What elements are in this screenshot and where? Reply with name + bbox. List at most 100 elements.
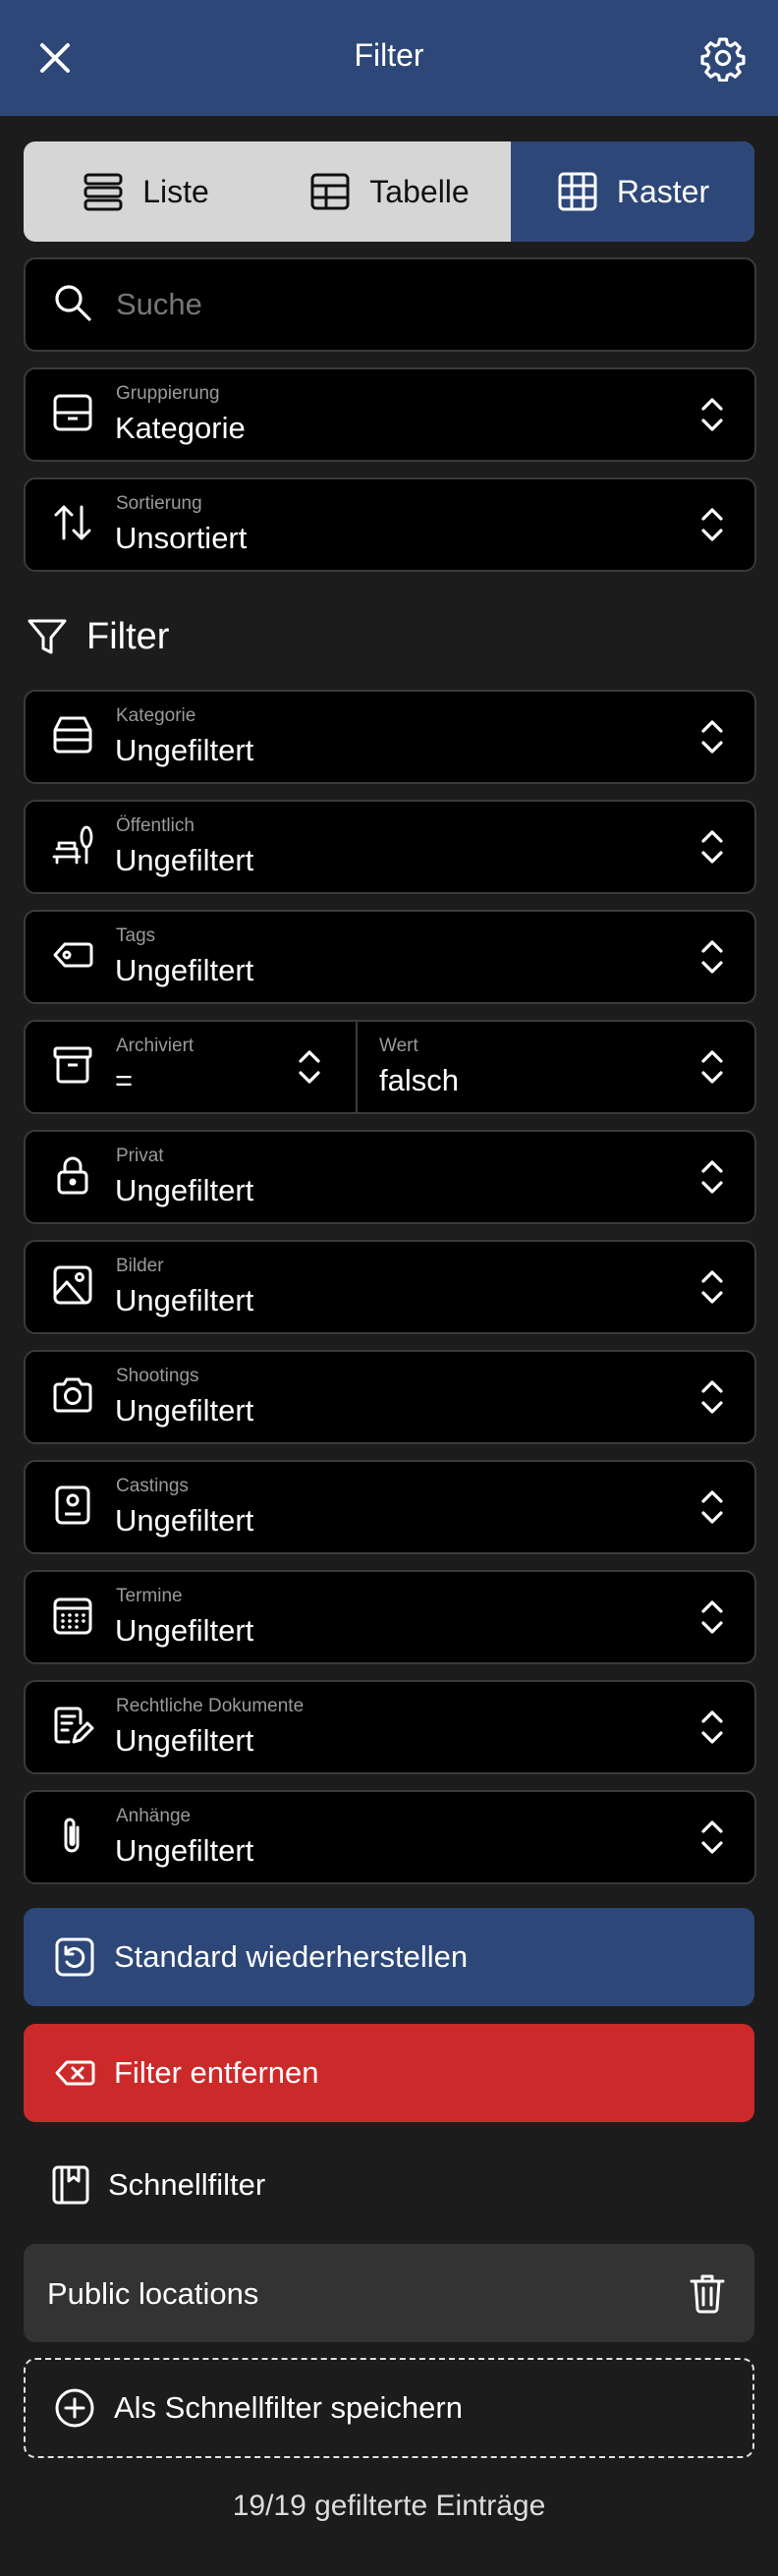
view-mode-label: Liste (142, 173, 209, 209)
filter-label: Öffentlich (116, 815, 194, 836)
filter-label: Castings (116, 1476, 189, 1496)
filter-label: Tags (116, 925, 156, 946)
filter-privat[interactable]: Privat Ungefiltert (24, 1130, 756, 1224)
chevron-up-down-icon (695, 715, 729, 758)
backspace-x-icon (24, 2051, 114, 2095)
remove-filter-button[interactable]: Filter entfernen (24, 2024, 754, 2122)
filter-value: Ungefiltert (115, 1503, 254, 1538)
chevron-up-down-icon (695, 1706, 729, 1749)
quick-filters-heading: Schnellfilter (49, 2163, 265, 2207)
view-mode-selector: Liste Tabelle Raster (24, 141, 754, 242)
plus-circle-icon (26, 2386, 114, 2430)
table-icon (308, 170, 352, 213)
filter-label: Anhänge (116, 1806, 192, 1826)
restore-defaults-button[interactable]: Standard wiederherstellen (24, 1908, 754, 2006)
bookmark-book-icon (49, 2163, 92, 2207)
chevron-up-down-icon (695, 935, 729, 979)
filter-castings[interactable]: Castings Ungefiltert (24, 1460, 756, 1554)
grouping-select[interactable]: Gruppierung Kategorie (24, 367, 756, 462)
document-edit-icon (51, 1704, 94, 1747)
filter-value: Ungefiltert (115, 953, 254, 987)
view-mode-label: Tabelle (369, 173, 470, 209)
filter-value: Ungefiltert (115, 1283, 254, 1317)
quick-filters-title: Schnellfilter (108, 2167, 266, 2202)
filter-value: Ungefiltert (115, 733, 254, 767)
grid-icon (556, 170, 599, 213)
chevron-up-down-icon (293, 1045, 326, 1089)
filter-label: Bilder (116, 1256, 164, 1276)
filter-bilder[interactable]: Bilder Ungefiltert (24, 1240, 756, 1334)
sorting-select[interactable]: Sortierung Unsortiert (24, 477, 756, 572)
sorting-value: Unsortiert (115, 521, 248, 555)
filter-oeffentlich[interactable]: Öffentlich Ungefiltert (24, 800, 756, 894)
sort-arrows-icon (51, 501, 94, 544)
camera-icon (51, 1373, 94, 1417)
inbox-icon (51, 391, 94, 434)
grouping-label: Gruppierung (116, 383, 220, 404)
chevron-up-down-icon (695, 1816, 729, 1859)
filter-termine[interactable]: Termine Ungefiltert (24, 1570, 756, 1664)
remove-filter-label: Filter entfernen (114, 2055, 319, 2090)
chevron-up-down-icon (695, 393, 729, 436)
filter-value: Ungefiltert (115, 843, 254, 877)
chevron-up-down-icon (695, 1375, 729, 1419)
archived-label: Archiviert (116, 1036, 194, 1056)
chevron-up-down-icon (695, 1045, 729, 1089)
filter-section-heading: Filter (26, 615, 169, 658)
restore-icon (24, 1935, 114, 1979)
filtered-count: 19/19 gefilterte Einträge (232, 2490, 546, 2522)
filter-label: Termine (116, 1586, 183, 1606)
paperclip-icon (51, 1814, 94, 1857)
filter-label: Privat (116, 1146, 164, 1166)
id-card-icon (51, 1484, 94, 1527)
view-mode-list[interactable]: Liste (24, 141, 267, 242)
filter-label: Shootings (116, 1366, 199, 1386)
restore-defaults-label: Standard wiederherstellen (114, 1939, 469, 1974)
filter-label: Kategorie (116, 705, 196, 726)
search-input[interactable]: Suche (24, 257, 756, 352)
search-placeholder: Suche (116, 287, 202, 321)
calendar-icon (51, 1594, 94, 1637)
filter-value: Ungefiltert (115, 1613, 254, 1648)
view-mode-grid[interactable]: Raster (511, 141, 754, 242)
filter-value: Ungefiltert (115, 1393, 254, 1428)
trash-icon[interactable] (686, 2271, 729, 2315)
grouping-value: Kategorie (115, 411, 246, 445)
chevron-up-down-icon (695, 1265, 729, 1309)
filter-value: Ungefiltert (115, 1723, 254, 1758)
archived-operator-select[interactable]: Archiviert = (26, 1022, 356, 1112)
image-icon (51, 1263, 94, 1307)
save-quick-filter-label: Als Schnellfilter speichern (114, 2390, 463, 2425)
chevron-up-down-icon (695, 1155, 729, 1199)
quick-filter-item[interactable]: Public locations (24, 2244, 754, 2342)
archived-value-select[interactable]: Wert falsch (358, 1022, 754, 1112)
filter-section-title: Filter (86, 615, 170, 657)
archive-box-icon (51, 1043, 94, 1087)
chevron-up-down-icon (695, 1485, 729, 1529)
inbox-icon (51, 713, 94, 756)
page-title: Filter (354, 37, 424, 73)
quick-filter-name: Public locations (47, 2276, 259, 2311)
filter-rechtliche-dokumente[interactable]: Rechtliche Dokumente Ungefiltert (24, 1680, 756, 1774)
list-icon (82, 170, 125, 213)
chevron-up-down-icon (695, 1596, 729, 1639)
filter-anhaenge[interactable]: Anhänge Ungefiltert (24, 1790, 756, 1884)
view-mode-label: Raster (616, 173, 710, 209)
search-icon (51, 281, 94, 324)
archived-operator: = (115, 1063, 134, 1097)
lock-icon (51, 1153, 94, 1197)
filter-value: Ungefiltert (115, 1173, 254, 1207)
sorting-label: Sortierung (116, 493, 202, 514)
archived-value: falsch (379, 1063, 459, 1097)
view-mode-table[interactable]: Tabelle (267, 141, 511, 242)
gear-icon[interactable] (699, 34, 747, 82)
filter-kategorie[interactable]: Kategorie Ungefiltert (24, 690, 756, 784)
filter-value: Ungefiltert (115, 1833, 254, 1868)
chevron-up-down-icon (695, 503, 729, 546)
filter-tags[interactable]: Tags Ungefiltert (24, 910, 756, 1004)
save-quick-filter-button[interactable]: Als Schnellfilter speichern (24, 2358, 754, 2458)
top-bar: Filter (0, 0, 778, 116)
archived-value-label: Wert (379, 1036, 418, 1056)
chevron-up-down-icon (695, 825, 729, 868)
filter-shootings[interactable]: Shootings Ungefiltert (24, 1350, 756, 1444)
